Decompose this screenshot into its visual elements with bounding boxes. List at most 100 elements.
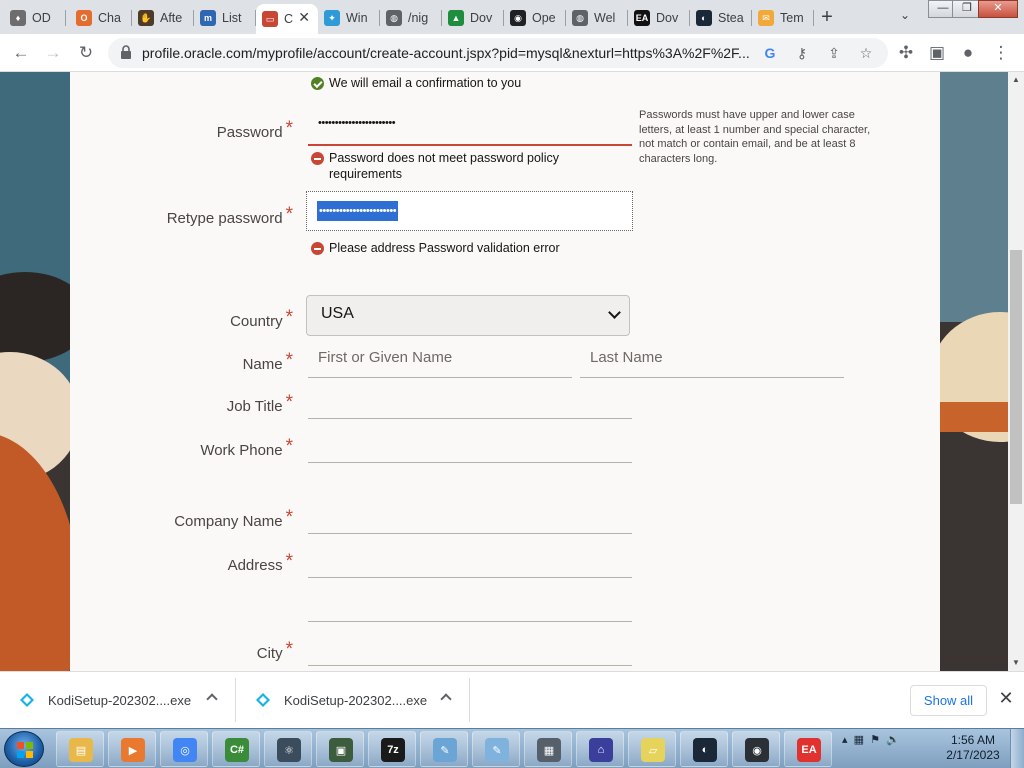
url-text: profile.oracle.com/myprofile/account/cre…	[142, 45, 750, 61]
show-desktop-button[interactable]	[1010, 729, 1024, 768]
address-bar[interactable]: profile.oracle.com/myprofile/account/cre…	[108, 38, 888, 68]
download-item[interactable]: KodiSetup-202302....exe	[0, 672, 236, 729]
tab-favicon-icon: ✦	[324, 10, 340, 26]
password-field[interactable]: •••••••••••••••••••••••	[308, 110, 632, 146]
create-account-form: We will email a confirmation to you Pass…	[70, 72, 940, 671]
arc-app-icon: ⌂	[589, 738, 613, 762]
taskbar-app-steam[interactable]: ◐	[680, 731, 728, 767]
tab-title: List	[222, 11, 242, 25]
tab-title: /nig	[408, 11, 429, 25]
tab-title: Tem	[780, 11, 804, 25]
company-name-label: Company Name *	[174, 507, 293, 530]
key-icon[interactable]: ⚷	[792, 43, 812, 63]
system-tray[interactable]: ▴ ▦ ⚑ 🔈	[842, 733, 900, 746]
company-name-field[interactable]	[308, 498, 632, 534]
taskbar-app-7zip[interactable]: 7z	[368, 731, 416, 767]
star-icon[interactable]: ☆	[856, 43, 876, 63]
browser-tab[interactable]: ▭ C ✕	[256, 4, 318, 34]
browser-tab[interactable]: ✦ Win	[318, 4, 380, 32]
last-name-field[interactable]: Last Name	[580, 342, 844, 378]
address-label: Address *	[227, 551, 293, 574]
tab-favicon-icon: ◍	[572, 10, 588, 26]
browser-tab[interactable]: ▲ Dov	[442, 4, 504, 32]
browser-tab[interactable]: ♦ OD	[4, 4, 66, 32]
chrome-icon: ◎	[173, 738, 197, 762]
taskbar-app-csharp-editor[interactable]: C#	[212, 731, 260, 767]
taskbar-app-circle-app[interactable]: ◉	[732, 731, 780, 767]
browser-tab[interactable]: ✉ Tem	[752, 4, 814, 32]
country-select[interactable]: USA	[306, 295, 630, 336]
scroll-up-arrow-icon[interactable]: ▲	[1008, 72, 1024, 88]
close-icon[interactable]: ✕	[996, 688, 1016, 710]
download-shelf: KodiSetup-202302....exe KodiSetup-202302…	[0, 671, 1024, 728]
profile-icon[interactable]: ●	[957, 42, 979, 64]
tab-search-chevron-icon[interactable]: ⌄	[896, 8, 914, 26]
country-label: Country *	[230, 307, 293, 330]
retype-password-label: Retype password *	[166, 204, 293, 227]
extensions-icon[interactable]: ✣	[895, 42, 917, 64]
browser-toolbar: ← → ↻ profile.oracle.com/myprofile/accou…	[0, 34, 1024, 72]
browser-tab[interactable]: ◐ Stea	[690, 4, 752, 32]
tab-close-icon[interactable]: ✕	[298, 9, 310, 26]
browser-tab[interactable]: EA Dov	[628, 4, 690, 32]
tab-favicon-icon: ▭	[262, 11, 278, 27]
password-policy-hint: Passwords must have upper and lower case…	[639, 109, 871, 165]
chevron-up-icon[interactable]	[440, 693, 452, 705]
browser-tab[interactable]: ◉ Ope	[504, 4, 566, 32]
tab-favicon-icon: ◉	[510, 10, 526, 26]
circle-app-icon: ◉	[745, 738, 769, 762]
new-tab-button[interactable]: +	[815, 6, 839, 30]
browser-tab[interactable]: ◍ Wel	[566, 4, 628, 32]
sidepanel-icon[interactable]: ▣	[926, 42, 948, 64]
browser-tab[interactable]: ✋ Afte	[132, 4, 194, 32]
download-item[interactable]: KodiSetup-202302....exe	[236, 672, 470, 729]
menu-icon[interactable]: ⋮	[990, 42, 1012, 64]
taskbar-app-atom-app[interactable]: ⚛	[264, 731, 312, 767]
work-phone-field[interactable]	[308, 427, 632, 463]
taskbar-app-chrome[interactable]: ◎	[160, 731, 208, 767]
taskbar-app-windows-explorer[interactable]: ▤	[56, 731, 104, 767]
address-line2-field[interactable]	[308, 586, 632, 622]
address-line1-field[interactable]	[308, 542, 632, 578]
taskbar-app-arc-app[interactable]: ⌂	[576, 731, 624, 767]
atom-app-icon: ⚛	[277, 738, 301, 762]
back-icon[interactable]: ←	[10, 42, 32, 64]
check-icon	[311, 77, 324, 90]
scroll-down-arrow-icon[interactable]: ▼	[1008, 655, 1024, 671]
vertical-scrollbar[interactable]: ▲ ▼	[1008, 72, 1024, 671]
show-all-downloads-button[interactable]: Show all	[910, 685, 987, 716]
forward-icon[interactable]: →	[42, 42, 64, 64]
retype-password-error-message: Please address Password validation error	[311, 240, 611, 256]
start-button[interactable]	[4, 731, 44, 767]
clock[interactable]: 1:56 AM 2/17/2023	[940, 733, 1006, 763]
tab-favicon-icon: ▲	[448, 10, 464, 26]
google-icon[interactable]: G	[760, 43, 780, 63]
retype-password-field[interactable]: •••••••••••••••••••••••	[306, 191, 633, 231]
taskbar: ▴ ▦ ⚑ 🔈 1:56 AM 2/17/2023 ▤ ▶ ◎ C# ⚛ ▣ 7z ✎ ✎ ▦ ⌂ ▱…	[0, 728, 1024, 768]
windows-explorer-icon: ▤	[69, 738, 93, 762]
tab-favicon-icon: m	[200, 10, 216, 26]
taskbar-app-notepad-app-2[interactable]: ✎	[472, 731, 520, 767]
chevron-down-icon	[608, 306, 621, 319]
share-icon[interactable]: ⇪	[824, 43, 844, 63]
first-name-field[interactable]: First or Given Name	[308, 342, 572, 378]
taskbar-app-chip-app[interactable]: ▦	[524, 731, 572, 767]
taskbar-app-media-player[interactable]: ▶	[108, 731, 156, 767]
lock-icon[interactable]	[118, 44, 134, 60]
reload-icon[interactable]: ↻	[75, 42, 97, 64]
job-title-field[interactable]	[308, 383, 632, 419]
taskbar-app-terminal-app[interactable]: ▣	[316, 731, 364, 767]
scrollbar-thumb[interactable]	[1010, 250, 1022, 504]
taskbar-app-notes-app[interactable]: ▱	[628, 731, 676, 767]
notes-app-icon: ▱	[641, 738, 665, 762]
error-icon	[311, 242, 324, 255]
chevron-up-icon[interactable]	[206, 693, 218, 705]
browser-tab[interactable]: ◍ /nig	[380, 4, 442, 32]
taskbar-app-notepad-app[interactable]: ✎	[420, 731, 468, 767]
city-field[interactable]	[308, 630, 632, 666]
browser-tab[interactable]: O Cha	[70, 4, 132, 32]
browser-tab[interactable]: m List	[194, 4, 256, 32]
close-window-button[interactable]: ✕	[978, 0, 1018, 18]
tab-title: C	[284, 12, 294, 26]
taskbar-app-ea-app[interactable]: EA	[784, 731, 832, 767]
